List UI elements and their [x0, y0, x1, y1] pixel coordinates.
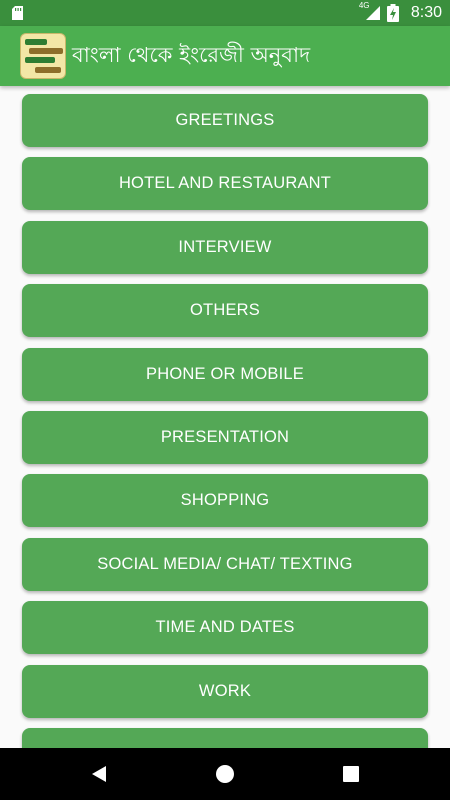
status-bar: 4G 8:30 — [0, 0, 450, 26]
category-button-shopping[interactable]: SHOPPING — [22, 474, 428, 528]
category-button-time-and-dates[interactable]: TIME AND DATES — [22, 601, 428, 655]
signal-icon: 4G — [359, 1, 381, 21]
clock: 8:30 — [410, 4, 442, 21]
app-logo-icon — [20, 33, 66, 79]
category-list-container[interactable]: GREETINGS HOTEL AND RESTAURANT INTERVIEW… — [0, 86, 450, 748]
app-title: বাংলা থেকে ইংরেজী অনুবাদ — [72, 42, 311, 67]
category-button-hotel-and-restaurant[interactable]: HOTEL AND RESTAURANT — [22, 157, 428, 211]
category-button-social-media[interactable]: SOCIAL MEDIA/ CHAT/ TEXTING — [22, 537, 428, 591]
app-bar: বাংলা থেকে ইংরেজী অনুবাদ — [0, 26, 450, 86]
category-button-greetings[interactable]: GREETINGS — [22, 94, 428, 147]
category-button-phone-or-mobile[interactable]: PHONE OR MOBILE — [22, 347, 428, 401]
category-list: GREETINGS HOTEL AND RESTAURANT INTERVIEW… — [22, 94, 428, 748]
sd-card-icon — [12, 6, 23, 20]
category-button-others[interactable]: OTHERS — [22, 284, 428, 338]
home-icon[interactable] — [213, 762, 237, 786]
category-button-presentation[interactable]: PRESENTATION — [22, 410, 428, 464]
recents-icon[interactable] — [339, 762, 363, 786]
navigation-bar — [0, 748, 450, 800]
category-button-partial[interactable] — [22, 727, 428, 748]
category-button-work[interactable]: WORK — [22, 664, 428, 718]
back-icon[interactable] — [87, 762, 111, 786]
battery-charging-icon — [386, 4, 399, 22]
category-button-interview[interactable]: INTERVIEW — [22, 220, 428, 274]
